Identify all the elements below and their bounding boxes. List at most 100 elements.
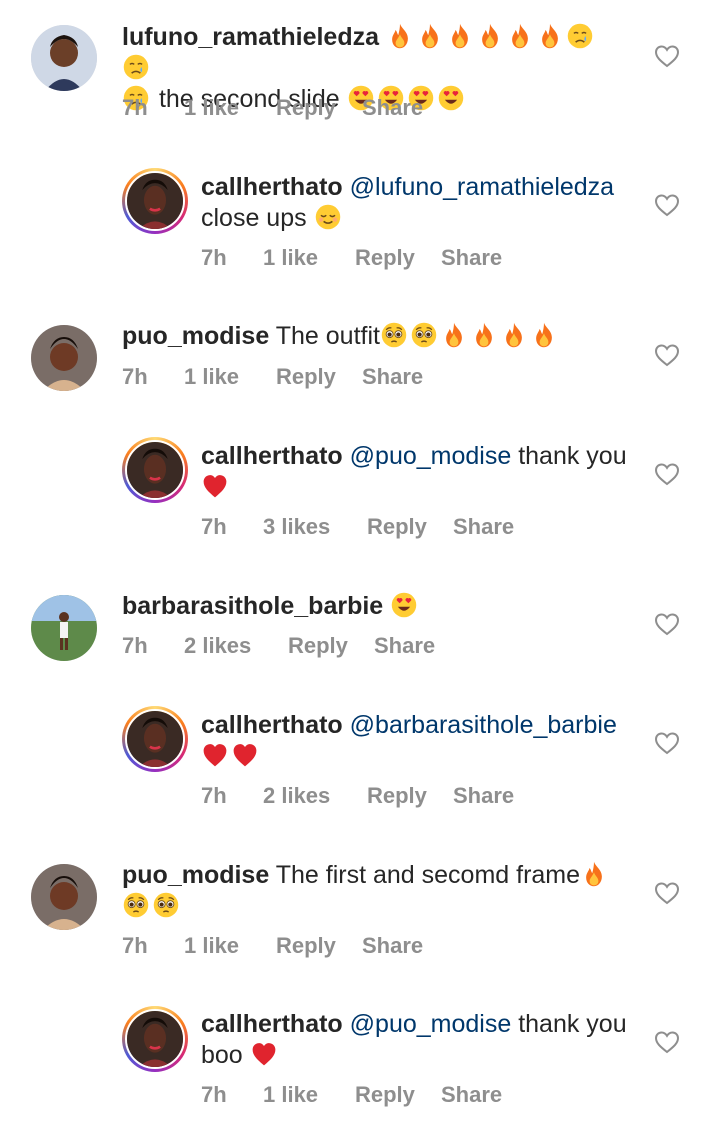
timestamp: 7h — [122, 364, 148, 389]
heart-eyes-emoji — [390, 591, 418, 619]
comment-meta: 7h 2 likes Reply Share — [201, 781, 514, 811]
comment-body: thank you — [518, 1010, 627, 1038]
fire-emoji — [580, 860, 608, 888]
mention-link[interactable]: @lufuno_ramathieledza — [350, 173, 614, 201]
like-count[interactable]: 2 likes — [184, 633, 288, 659]
crying-face-emoji — [122, 53, 150, 81]
fire-emoji — [386, 22, 414, 50]
comment-text: puo_modise The first and secomd frame — [122, 860, 622, 922]
share-button[interactable]: Share — [362, 95, 423, 121]
comment-meta: 7h 3 likes Reply Share — [201, 512, 514, 542]
like-heart-icon[interactable] — [654, 1030, 680, 1054]
username[interactable]: callherthato — [201, 711, 343, 739]
like-count[interactable]: 1 like — [184, 933, 276, 959]
like-count[interactable]: 2 likes — [263, 783, 367, 809]
mention-link[interactable]: @puo_modise — [350, 442, 512, 470]
comment-body-continued: boo — [201, 1041, 243, 1069]
reply-button[interactable]: Reply — [276, 95, 362, 121]
pleading-face-emoji — [152, 891, 180, 919]
timestamp: 7h — [122, 95, 148, 120]
avatar[interactable] — [31, 325, 97, 391]
fire-emoji — [446, 22, 474, 50]
fire-emoji — [416, 22, 444, 50]
username[interactable]: lufuno_ramathieledza — [122, 23, 379, 51]
comment-text: callherthato @barbarasithole_barbie — [201, 710, 701, 772]
timestamp: 7h — [201, 1082, 227, 1107]
timestamp: 7h — [201, 245, 227, 270]
timestamp: 7h — [201, 514, 227, 539]
fire-emoji — [506, 22, 534, 50]
like-count[interactable]: 1 like — [184, 95, 276, 121]
share-button[interactable]: Share — [374, 633, 435, 659]
mention-link[interactable]: @puo_modise — [350, 1010, 512, 1038]
timestamp: 7h — [122, 633, 148, 658]
like-count[interactable]: 1 like — [263, 1082, 355, 1108]
username[interactable]: callherthato — [201, 1010, 343, 1038]
avatar[interactable] — [31, 864, 97, 930]
username[interactable]: puo_modise — [122, 861, 269, 889]
like-heart-icon[interactable] — [654, 881, 680, 905]
comment-meta: 7h 1 like Reply Share — [122, 362, 423, 392]
red-heart-emoji — [201, 741, 229, 769]
share-button[interactable]: Share — [441, 1082, 502, 1108]
share-button[interactable]: Share — [362, 933, 423, 959]
fire-emoji — [476, 22, 504, 50]
relieved-face-emoji — [314, 203, 342, 231]
comment-text: callherthato @puo_modise thank you — [201, 441, 701, 503]
pleading-face-emoji — [380, 321, 408, 349]
username[interactable]: callherthato — [201, 173, 343, 201]
avatar[interactable] — [122, 706, 188, 772]
reply-button[interactable]: Reply — [367, 514, 453, 540]
avatar[interactable] — [122, 437, 188, 503]
red-heart-emoji — [201, 472, 229, 500]
comment-meta: 7h 1 like Reply Share — [122, 931, 423, 961]
username[interactable]: puo_modise — [122, 322, 269, 350]
avatar[interactable] — [31, 25, 97, 91]
like-heart-icon[interactable] — [654, 731, 680, 755]
timestamp: 7h — [201, 783, 227, 808]
comment-body: thank you — [518, 442, 627, 470]
comment-meta: 7h 1 like Reply Share — [122, 93, 423, 123]
avatar[interactable] — [31, 595, 97, 661]
red-heart-emoji — [250, 1040, 278, 1068]
reply-button[interactable]: Reply — [288, 633, 374, 659]
reply-button[interactable]: Reply — [276, 933, 362, 959]
reply-button[interactable]: Reply — [355, 1082, 441, 1108]
comment-text: puo_modise The outfit — [122, 321, 622, 352]
like-heart-icon[interactable] — [654, 44, 680, 68]
share-button[interactable]: Share — [362, 364, 423, 390]
reply-button[interactable]: Reply — [276, 364, 362, 390]
comment-meta: 7h 1 like Reply Share — [201, 1080, 502, 1110]
fire-emoji — [530, 321, 558, 349]
like-heart-icon[interactable] — [654, 612, 680, 636]
reply-button[interactable]: Reply — [355, 245, 441, 271]
reply-button[interactable]: Reply — [367, 783, 453, 809]
share-button[interactable]: Share — [453, 514, 514, 540]
avatar[interactable] — [122, 1006, 188, 1072]
like-count[interactable]: 1 like — [263, 245, 355, 271]
share-button[interactable]: Share — [453, 783, 514, 809]
like-count[interactable]: 1 like — [184, 364, 276, 390]
avatar[interactable] — [122, 168, 188, 234]
comment-meta: 7h 1 like Reply Share — [201, 243, 502, 273]
like-heart-icon[interactable] — [654, 343, 680, 367]
share-button[interactable]: Share — [441, 245, 502, 271]
comment-body: close ups — [201, 204, 307, 232]
like-count[interactable]: 3 likes — [263, 514, 367, 540]
username[interactable]: callherthato — [201, 442, 343, 470]
fire-emoji — [440, 321, 468, 349]
crying-face-emoji — [566, 22, 594, 50]
mention-link[interactable]: @barbarasithole_barbie — [350, 711, 617, 739]
comment-body: The first and secomd frame — [275, 861, 581, 889]
fire-emoji — [536, 22, 564, 50]
pleading-face-emoji — [122, 891, 150, 919]
comment-meta: 7h 2 likes Reply Share — [122, 631, 435, 661]
comment-text: barbarasithole_barbie — [122, 591, 622, 622]
comment-body: The outfit — [275, 322, 380, 350]
like-heart-icon[interactable] — [654, 193, 680, 217]
pleading-face-emoji — [410, 321, 438, 349]
fire-emoji — [470, 321, 498, 349]
username[interactable]: barbarasithole_barbie — [122, 592, 383, 620]
timestamp: 7h — [122, 933, 148, 958]
like-heart-icon[interactable] — [654, 462, 680, 486]
